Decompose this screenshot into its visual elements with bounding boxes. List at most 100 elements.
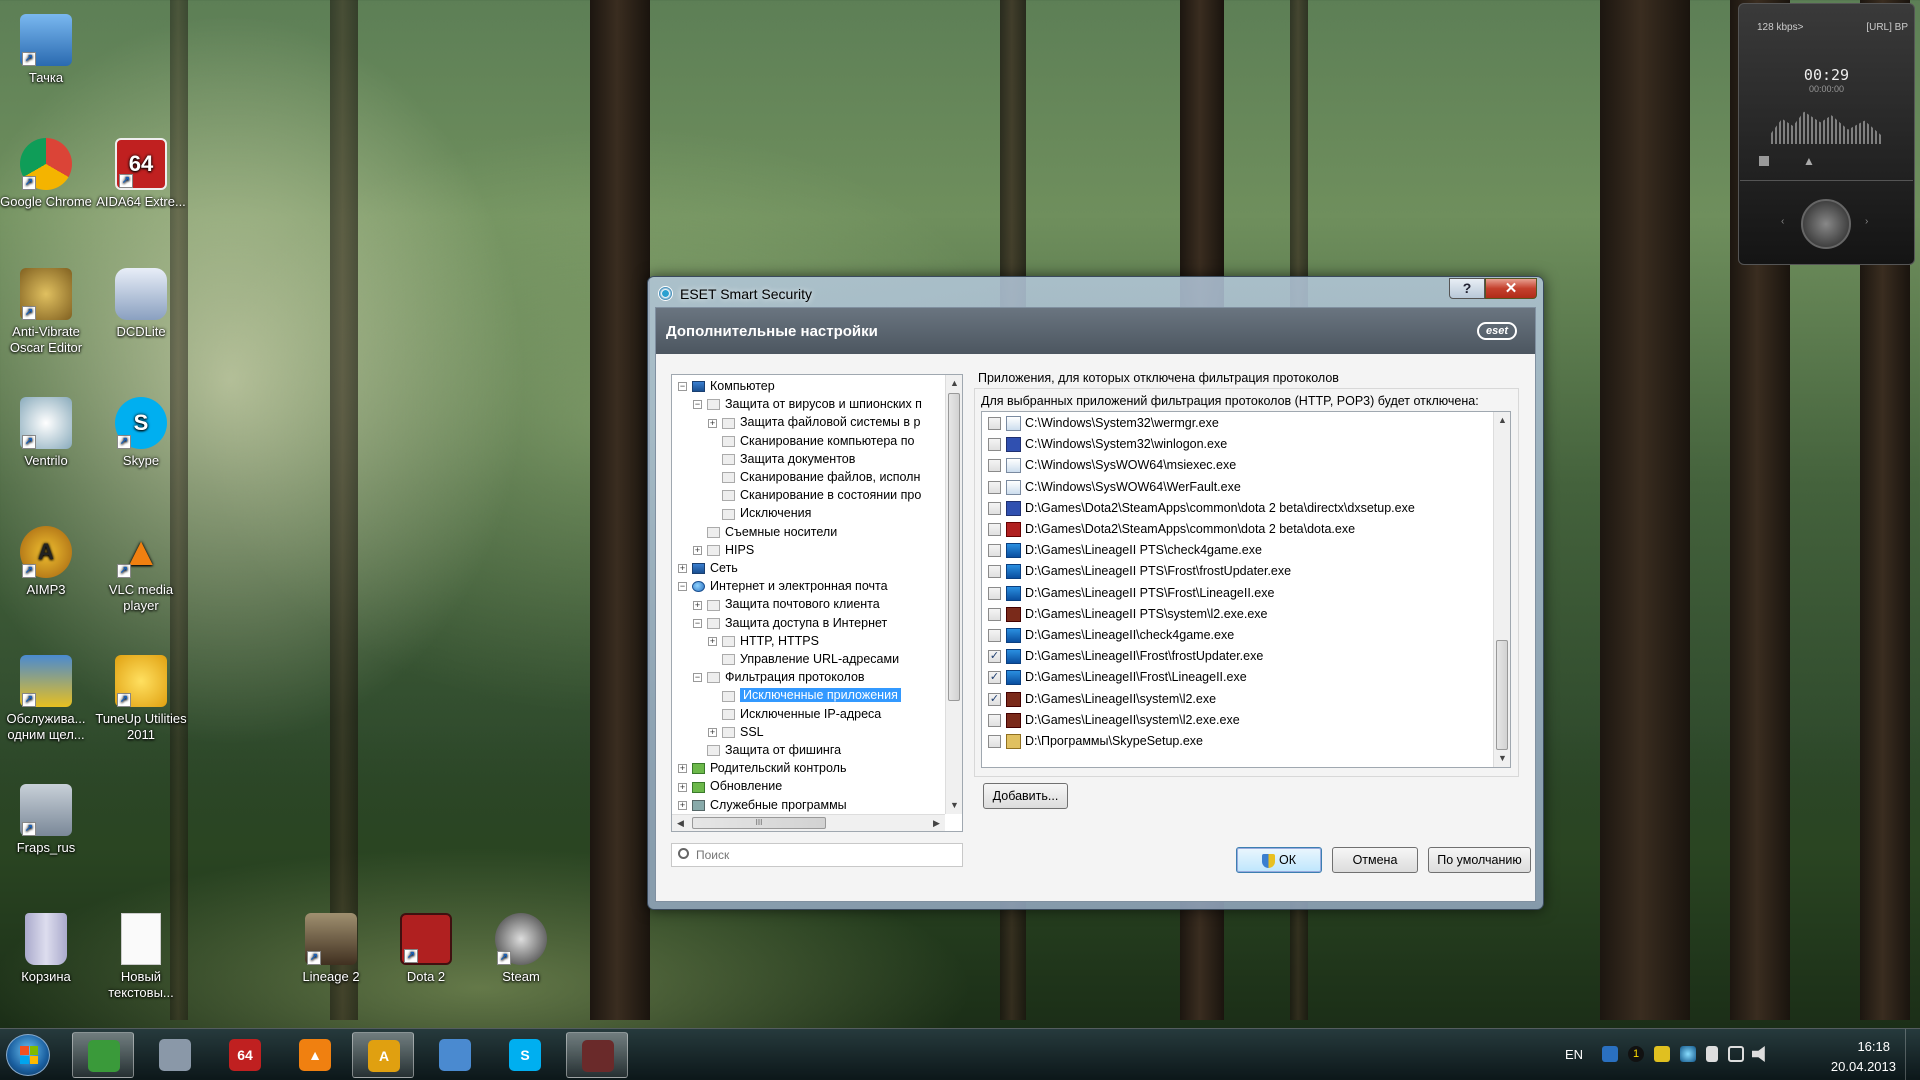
checkbox[interactable] <box>988 438 1001 452</box>
app-row[interactable]: D:\Games\LineageII\check4game.exe <box>982 625 1492 646</box>
app-row[interactable]: C:\Windows\System32\wermgr.exe <box>982 413 1492 434</box>
tree-hscroll-thumb[interactable]: III <box>692 817 826 829</box>
scroll-up-icon[interactable]: ▲ <box>946 375 962 392</box>
expand-icon[interactable]: + <box>678 564 687 574</box>
ventrilo-tray-icon[interactable] <box>1680 1046 1696 1062</box>
app-row[interactable]: ✓ D:\Games\LineageII\Frost\frostUpdater.e… <box>982 646 1492 667</box>
checkbox[interactable] <box>988 586 1001 600</box>
tree-item[interactable]: Сканирование файлов, исполн <box>708 468 920 486</box>
tree-scroll-thumb[interactable] <box>948 393 960 701</box>
settings-tree[interactable]: − Компьютер − Защита от вирусов и шпионских… <box>671 374 963 832</box>
collapse-icon[interactable]: − <box>693 400 702 410</box>
app-row[interactable]: ✓ D:\Games\LineageII\Frost\LineageII.exe <box>982 667 1492 688</box>
desktop-icon-skype[interactable]: S ↗ Skype <box>95 397 187 469</box>
taskbar-button-skype[interactable]: S <box>494 1032 556 1078</box>
list-scroll-thumb[interactable] <box>1496 640 1508 750</box>
tree-item[interactable]: + Обновление <box>678 777 782 795</box>
taskbar-button-ventrilo[interactable] <box>424 1032 486 1078</box>
tree-item[interactable]: Сканирование компьютера по <box>708 432 914 450</box>
app-row[interactable]: C:\Windows\SysWOW64\WerFault.exe <box>982 477 1492 498</box>
scroll-down-icon[interactable]: ▼ <box>1494 750 1510 767</box>
checkbox[interactable] <box>988 501 1001 515</box>
checkbox[interactable] <box>988 713 1001 727</box>
expand-icon[interactable]: + <box>678 800 687 810</box>
tuneup-tray-icon[interactable] <box>1654 1046 1670 1062</box>
tree-item[interactable]: − Защита от вирусов и шпионских п <box>693 395 922 413</box>
desktop-icon-aimp3[interactable]: A ↗ AIMP3 <box>0 526 92 598</box>
app-row[interactable]: D:\Games\Dota2\SteamApps\common\dota 2 b… <box>982 498 1492 519</box>
clock-date[interactable]: 20.04.2013 <box>1831 1059 1896 1074</box>
tree-item[interactable]: Исключенные приложения <box>708 686 901 704</box>
flag-icon[interactable] <box>1706 1046 1718 1062</box>
collapse-icon[interactable]: − <box>693 618 702 628</box>
tree-item[interactable]: + Служебные программы <box>678 796 847 814</box>
desktop-icon-ventrilo[interactable]: ↗ Ventrilo <box>0 397 92 469</box>
desktop-icon-lineage2[interactable]: ↗ Lineage 2 <box>285 913 377 985</box>
next-icon[interactable]: › <box>1865 216 1868 227</box>
app-row[interactable]: D:\Программы\SkypeSetup.exe <box>982 731 1492 752</box>
taskbar-button-chrome[interactable] <box>72 1032 134 1078</box>
taskbar-button-vlc[interactable]: ▲ <box>284 1032 346 1078</box>
tree-item[interactable]: + HIPS <box>693 541 754 559</box>
desktop-icon-aida64[interactable]: 64 ↗ AIDA64 Extre... <box>95 138 187 210</box>
checkbox[interactable] <box>988 565 1001 579</box>
collapse-icon[interactable]: − <box>678 582 687 592</box>
checkbox[interactable] <box>988 459 1001 473</box>
app-row[interactable]: D:\Games\Dota2\SteamApps\common\dota 2 b… <box>982 519 1492 540</box>
tree-item[interactable]: + Защита почтового клиента <box>693 595 880 613</box>
tree-horizontal-scrollbar[interactable]: ◀ III ▶ <box>672 814 945 831</box>
desktop-icon-vlc[interactable]: ▲ ↗ VLC media player <box>95 526 187 614</box>
help-button[interactable]: ? <box>1449 278 1485 299</box>
checkbox-checked[interactable]: ✓ <box>988 692 1001 706</box>
stop-icon[interactable] <box>1759 156 1769 166</box>
checkbox-checked[interactable]: ✓ <box>988 650 1001 664</box>
tree-item[interactable]: − Защита доступа в Интернет <box>693 614 887 632</box>
app-row[interactable]: D:\Games\LineageII\system\l2.exe.exe <box>982 710 1492 731</box>
clock-time[interactable]: 16:18 <box>1857 1039 1890 1054</box>
volume-icon[interactable] <box>1752 1046 1765 1062</box>
notification-badge-icon[interactable]: 1 <box>1628 1046 1644 1062</box>
checkbox[interactable] <box>988 480 1001 494</box>
expand-icon[interactable]: + <box>678 782 687 792</box>
expand-icon[interactable]: + <box>708 418 717 428</box>
taskbar-button-aimp[interactable]: A <box>352 1032 414 1078</box>
desktop-icon-chrome[interactable]: ↗ Google Chrome <box>0 138 92 210</box>
search-input[interactable] <box>696 846 951 864</box>
media-player-gadget[interactable]: 128 kbps> [URL] BP 00:29 00:00:00 ▲ ‹ › <box>1738 3 1915 265</box>
window-titlebar[interactable]: ESET Smart Security ? ✕ <box>648 277 1543 307</box>
expand-icon[interactable]: + <box>708 637 717 646</box>
language-indicator[interactable]: EN <box>1565 1047 1583 1062</box>
network-icon[interactable] <box>1728 1046 1744 1062</box>
tree-item[interactable]: − Интернет и электронная почта <box>678 577 888 595</box>
expand-icon[interactable]: + <box>708 728 717 737</box>
tree-item[interactable]: − Фильтрация протоколов <box>693 668 865 686</box>
play-knob[interactable] <box>1801 199 1851 249</box>
tree-item[interactable]: − Компьютер <box>678 377 775 395</box>
tree-item[interactable]: Сканирование в состоянии про <box>708 486 921 504</box>
expand-icon[interactable]: + <box>678 764 687 774</box>
excluded-apps-list[interactable]: C:\Windows\System32\wermgr.exe C:\Windows… <box>981 411 1511 768</box>
app-row[interactable]: D:\Games\LineageII PTS\Frost\LineageII.e… <box>982 583 1492 604</box>
desktop-icon-new-text[interactable]: Новый текстовы... <box>95 913 187 1001</box>
scroll-down-icon[interactable]: ▼ <box>946 797 962 814</box>
tree-item[interactable]: + Защита файловой системы в р <box>708 413 920 431</box>
app-row[interactable]: C:\Windows\System32\winlogon.exe <box>982 434 1492 455</box>
tree-item[interactable]: Защита документов <box>708 450 855 468</box>
cancel-button[interactable]: Отмена <box>1332 847 1418 873</box>
tree-item[interactable]: + HTTP, HTTPS <box>708 632 819 650</box>
expand-icon[interactable]: + <box>693 600 702 610</box>
scroll-left-icon[interactable]: ◀ <box>672 815 689 831</box>
scroll-up-icon[interactable]: ▲ <box>1494 412 1510 429</box>
desktop-icon-tachka[interactable]: ↗ Тачка <box>0 14 92 86</box>
app-row[interactable]: D:\Games\LineageII PTS\check4game.exe <box>982 540 1492 561</box>
desktop-icon-dota2[interactable]: ↗ Dota 2 <box>380 913 472 985</box>
tree-item[interactable]: Управление URL-адресами <box>708 650 899 668</box>
expand-icon[interactable]: + <box>693 546 702 555</box>
add-button[interactable]: Добавить... <box>983 783 1068 809</box>
desktop-icon-tuneup[interactable]: ↗ TuneUp Utilities 2011 <box>95 655 187 743</box>
eject-icon[interactable]: ▲ <box>1803 154 1815 168</box>
app-row[interactable]: ✓ D:\Games\LineageII\system\l2.exe <box>982 689 1492 710</box>
checkbox[interactable] <box>988 629 1001 642</box>
start-button[interactable] <box>6 1034 50 1076</box>
tree-item[interactable]: Исключения <box>708 504 811 522</box>
